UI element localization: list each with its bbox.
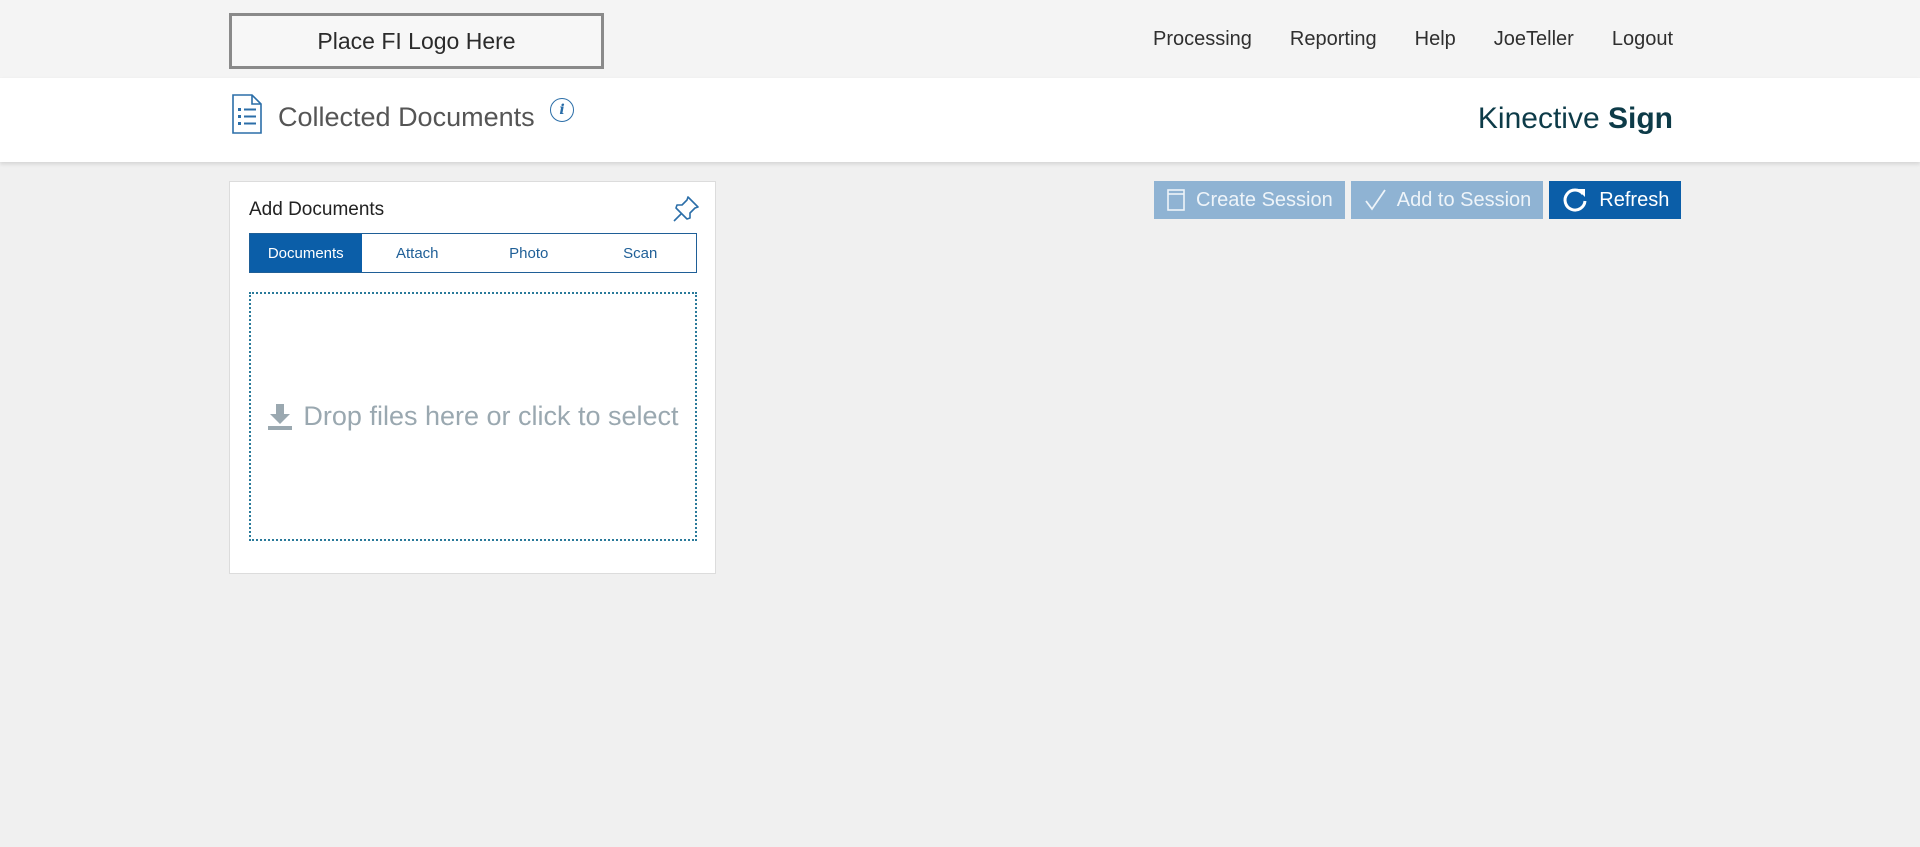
add-documents-panel: Add Documents Documents Attach Photo Sca… — [229, 181, 716, 574]
nav-user-account[interactable]: JoeTeller — [1494, 28, 1574, 51]
brand-name-light: Kinective — [1477, 102, 1600, 135]
document-source-tabs: Documents Attach Photo Scan — [249, 233, 697, 273]
add-to-session-button[interactable]: Add to Session — [1350, 181, 1544, 219]
document-list-icon — [232, 94, 262, 134]
page-header: Collected Documents i Kinective Sign — [0, 78, 1920, 162]
session-actions: Create Session Add to Session Refresh — [1154, 181, 1682, 219]
download-icon — [268, 403, 293, 430]
dropzone-label: Drop files here or click to select — [303, 401, 679, 431]
tab-scan[interactable]: Scan — [584, 234, 696, 272]
create-session-label: Create Session — [1196, 188, 1333, 211]
tab-documents[interactable]: Documents — [250, 234, 362, 272]
tab-attach[interactable]: Attach — [361, 234, 473, 272]
nav-logout[interactable]: Logout — [1612, 28, 1673, 51]
main-nav: Processing Reporting Help JoeTeller Logo… — [1153, 28, 1673, 51]
panel-title: Add Documents — [249, 199, 385, 220]
pin-icon[interactable] — [671, 194, 701, 224]
create-session-button[interactable]: Create Session — [1154, 181, 1345, 219]
refresh-icon — [1563, 188, 1587, 212]
add-to-session-label: Add to Session — [1396, 188, 1532, 211]
brand-name-bold: Sign — [1608, 102, 1673, 135]
top-navigation-bar: Place FI Logo Here Processing Reporting … — [0, 0, 1920, 78]
fi-logo-placeholder[interactable]: Place FI Logo Here — [229, 13, 604, 69]
checkmark-icon — [1365, 189, 1386, 211]
refresh-button[interactable]: Refresh — [1549, 181, 1682, 219]
nav-processing[interactable]: Processing — [1153, 28, 1252, 51]
refresh-label: Refresh — [1599, 188, 1670, 211]
info-icon[interactable]: i — [550, 98, 574, 122]
tab-photo[interactable]: Photo — [473, 234, 585, 272]
nav-reporting[interactable]: Reporting — [1290, 28, 1377, 51]
blank-page-icon — [1167, 189, 1185, 211]
file-dropzone[interactable]: Drop files here or click to select — [249, 292, 697, 541]
brand-logo: Kinective Sign — [1478, 102, 1673, 136]
nav-help[interactable]: Help — [1415, 28, 1456, 51]
page-title: Collected Documents — [278, 102, 535, 132]
